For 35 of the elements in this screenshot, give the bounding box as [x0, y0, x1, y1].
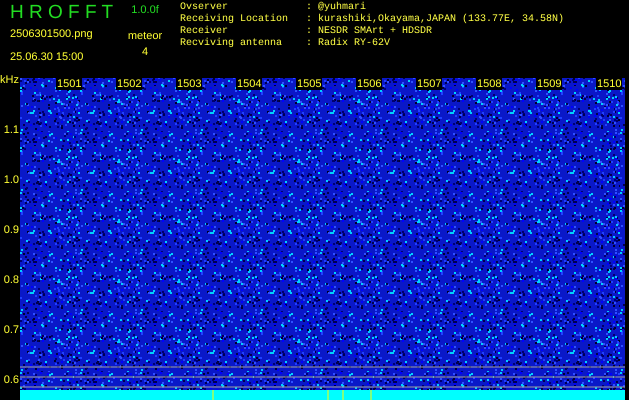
info-label: Ovserver [180, 2, 230, 14]
axis-tick-label: 1502 [116, 78, 142, 90]
axis-tick-label: 0.9 [4, 224, 19, 236]
info-label: Recviving antenna [180, 38, 284, 50]
info-value: NESDR SMArt + HDSDR [318, 26, 432, 38]
axis-tick-label: 1.1 [4, 124, 19, 136]
axis-tick-label: 1506 [356, 78, 382, 90]
axis-tick-label: 0.6 [4, 374, 19, 386]
axis-tick-label: 1509 [536, 78, 562, 90]
axis-tick-label: 1507 [416, 78, 442, 90]
version-label: 1.0.0f [131, 3, 159, 18]
axis-tick-label: 1510 [596, 78, 622, 90]
axis-tick-label: 1501 [56, 78, 82, 90]
info-value: Radix RY-62V [318, 38, 390, 50]
info-separator: : [306, 14, 314, 26]
counter-value: 4 [142, 45, 148, 60]
info-separator: : [306, 38, 314, 50]
axis-unit: kHz [0, 73, 19, 88]
date-time: 25.06.30 15:00 [10, 50, 84, 64]
axis-tick-label: 1503 [176, 78, 202, 90]
info-label: Receiving Location [180, 14, 290, 26]
info-value: kurashiki,Okayama,JAPAN (133.77E, 34.58N) [318, 14, 564, 26]
axis-tick-label: 1.0 [4, 174, 19, 186]
file-name: 2506301500.png [10, 27, 94, 42]
info-separator: : [306, 2, 314, 14]
axis-tick-label: 1505 [296, 78, 322, 90]
info-value: @yuhmari [318, 2, 366, 14]
axis-tick-label: 1504 [236, 78, 262, 90]
counter-label: meteor [128, 28, 162, 44]
info-label: Receiver [180, 26, 230, 38]
app-title: H R O F F T [10, 2, 114, 24]
axis-tick-label: 0.8 [4, 274, 19, 286]
axis-tick-label: 1508 [476, 78, 502, 90]
axis-tick-label: 0.7 [4, 324, 19, 336]
info-separator: : [306, 26, 314, 38]
